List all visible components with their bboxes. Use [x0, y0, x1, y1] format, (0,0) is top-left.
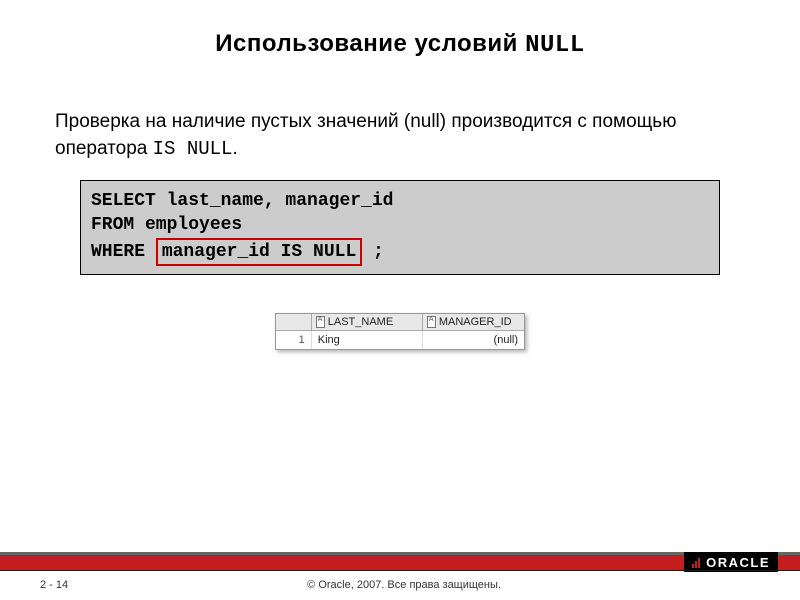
footer: ORACLE 2 - 14 © Oracle, 2007. Все права …: [0, 555, 800, 600]
body-prefix: Проверка на наличие пустых значений (nul…: [55, 111, 676, 159]
cell-lastname: King: [312, 331, 423, 349]
table-header: LAST_NAME MANAGER_ID: [276, 314, 524, 331]
oracle-logo: ORACLE: [684, 552, 778, 572]
column-icon: [316, 316, 325, 328]
header-rownum: [276, 314, 312, 330]
code-line-3: WHERE manager_id IS NULL ;: [91, 238, 709, 266]
cell-rownum: 1: [276, 331, 312, 349]
header-lastname: LAST_NAME: [312, 314, 423, 330]
result-table: LAST_NAME MANAGER_ID 1 King (null): [275, 313, 525, 350]
copyright-text: © Oracle, 2007. Все права защищены.: [8, 579, 800, 591]
title-mono: NULL: [525, 32, 585, 59]
body-mono: IS NULL: [153, 138, 233, 160]
slide-title: Использование условий NULL: [0, 0, 800, 59]
body-suffix: .: [232, 138, 237, 159]
title-text: Использование условий: [215, 30, 525, 57]
code-highlight: manager_id IS NULL: [156, 238, 362, 266]
header-managerid: MANAGER_ID: [423, 314, 524, 330]
cell-managerid: (null): [423, 331, 524, 349]
code-line-2: FROM employees: [91, 213, 709, 237]
logo-bars-icon: [692, 558, 702, 568]
column-icon: [427, 316, 436, 328]
body-paragraph: Проверка на наличие пустых значений (nul…: [55, 109, 745, 162]
footer-bottom: 2 - 14 © Oracle, 2007. Все права защищен…: [0, 570, 800, 600]
table-row: 1 King (null): [276, 331, 524, 349]
code-line-1: SELECT last_name, manager_id: [91, 189, 709, 213]
footer-red-bar: ORACLE: [0, 555, 800, 570]
sql-code-block: SELECT last_name, manager_id FROM employ…: [80, 180, 720, 275]
